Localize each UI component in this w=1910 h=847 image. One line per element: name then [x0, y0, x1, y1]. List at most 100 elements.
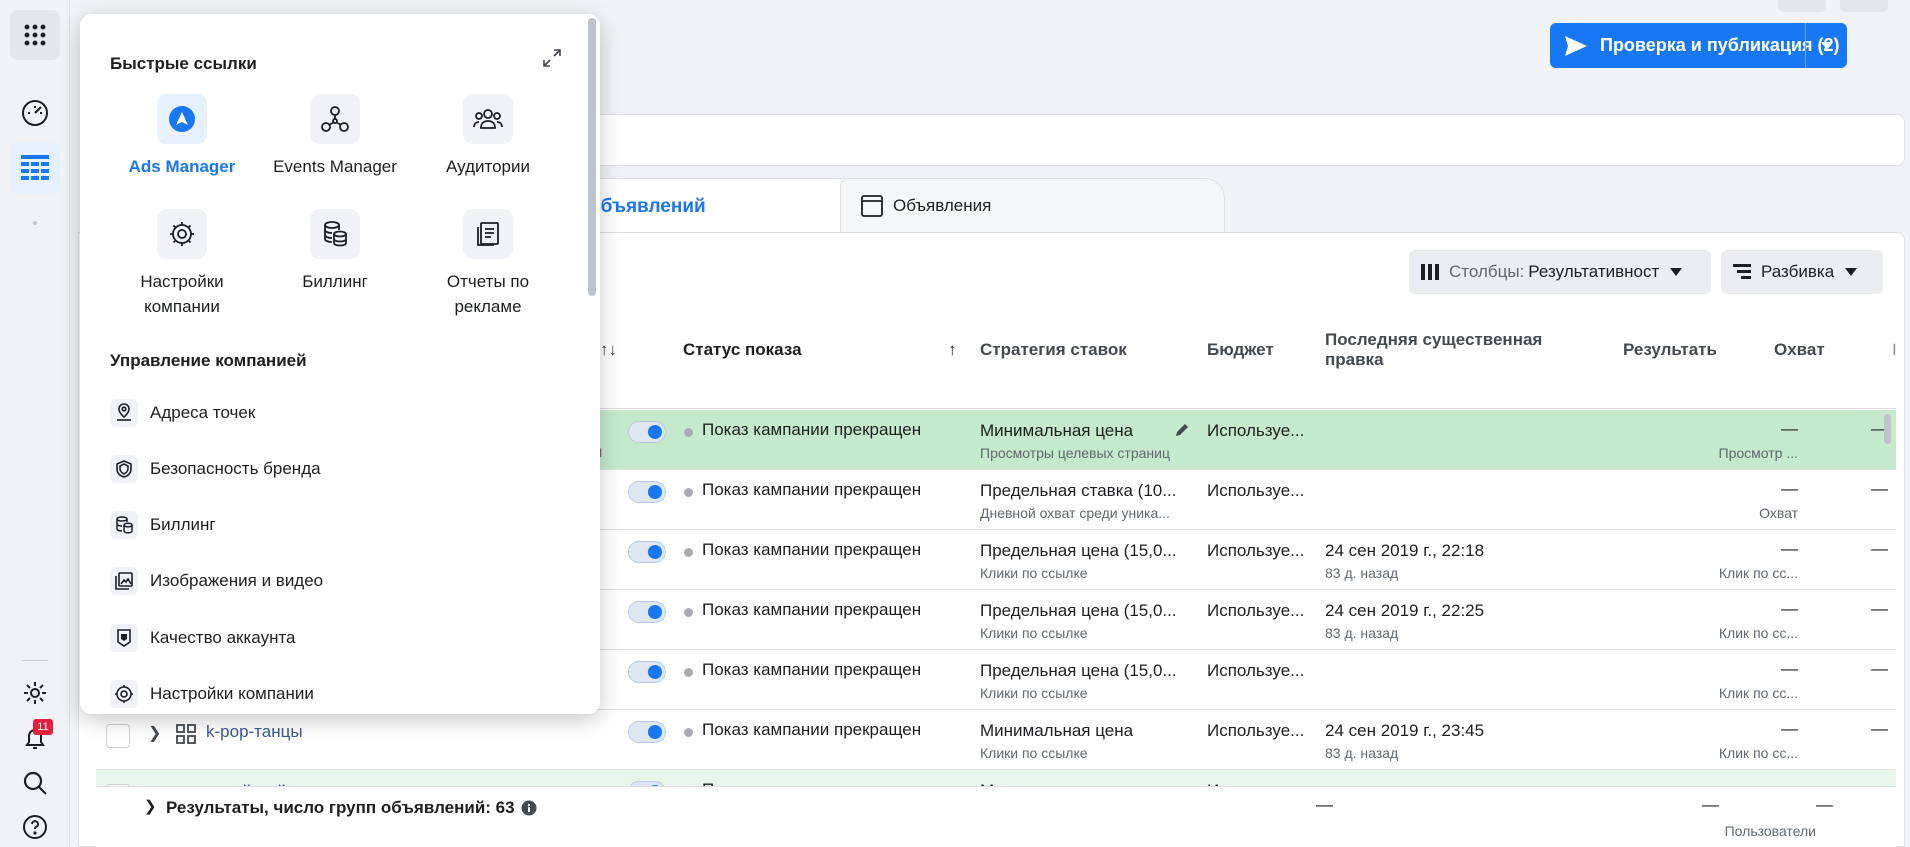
sort-arrow-up-icon[interactable]: ↑ [948, 340, 957, 360]
header-budget[interactable]: Бюджет [1207, 340, 1274, 360]
popover-scrollbar[interactable] [588, 18, 596, 296]
chevron-right-icon[interactable]: ❯ [144, 797, 157, 815]
row-ad-set-name[interactable]: k-pop-танцы [206, 722, 303, 742]
management-item-label: Настройки компании [150, 684, 314, 703]
expand-icon[interactable] [542, 48, 562, 68]
management-item-label: Качество аккаунта [150, 628, 296, 647]
row-last-edit: 24 сен 2019 г., 23:45 [1325, 721, 1485, 740]
row-checkbox[interactable] [106, 724, 130, 748]
row-result-sub: Клик по сс... [1718, 625, 1798, 641]
campaigns-table-button[interactable] [10, 143, 60, 193]
header-last-edit[interactable]: Последняя существенная правка [1325, 330, 1565, 370]
quick-link-audiences[interactable]: Аудитории [413, 94, 563, 179]
row-result-sub: Клик по сс... [1718, 565, 1798, 581]
gear-icon [115, 685, 133, 703]
header-status[interactable]: Статус показа [683, 340, 802, 360]
row-reach: — [1871, 719, 1888, 738]
row-toggle[interactable] [628, 541, 666, 563]
top-action-ghost[interactable] [1840, 0, 1888, 12]
status-dot [684, 668, 693, 677]
columns-dropdown[interactable]: Столбцы: Результативност [1409, 250, 1711, 294]
management-title: Управление компанией [110, 351, 307, 370]
row-result: — [1781, 479, 1798, 498]
row-toggle[interactable] [628, 661, 666, 683]
tab-ads-label: Объявления [893, 196, 992, 215]
footer-result-dash: — [1702, 795, 1719, 814]
coins-icon [116, 516, 133, 534]
columns-prefix: Столбцы: [1449, 262, 1525, 281]
results-footer: ❯ Результаты, число групп объявлений: 63… [96, 786, 1896, 847]
quick-links-popover: Быстрые ссылки Ads Manager Events Manage… [80, 14, 600, 714]
row-result: — [1781, 539, 1798, 558]
breakdown-icon [1733, 264, 1751, 279]
status-dot [684, 548, 693, 557]
row-result-sub: Клик по сс... [1718, 685, 1798, 701]
publish-options-button[interactable] [1805, 23, 1847, 68]
gear-icon [24, 682, 46, 704]
header-reach[interactable]: Охват [1774, 340, 1825, 360]
footer-reach-sub: Пользователи [1724, 823, 1816, 839]
row-reach: — [1871, 659, 1888, 678]
header-strategy[interactable]: Стратегия ставок [980, 340, 1127, 360]
row-strategy-sub: Клики по ссылке [980, 565, 1088, 581]
chevron-right-icon[interactable]: ❯ [148, 723, 161, 743]
management-item-billing[interactable]: Биллинг [110, 505, 216, 545]
row-strategy: Минимальная цена [980, 421, 1134, 440]
quick-link-events-manager[interactable]: Events Manager [260, 94, 410, 179]
ads-manager-icon [169, 106, 195, 132]
row-status: Показ кампании прекращен [702, 660, 922, 679]
gear-icon [170, 222, 194, 246]
quick-link-label: Аудитории [446, 157, 530, 176]
row-strategy: Предельная цена (15,0... [980, 541, 1177, 560]
row-toggle[interactable] [628, 601, 666, 623]
columns-icon [1421, 264, 1439, 280]
info-icon[interactable] [521, 800, 537, 816]
row-toggle[interactable] [628, 481, 666, 503]
dashboard-button[interactable] [10, 88, 60, 138]
management-item-account-quality[interactable]: Качество аккаунта [110, 618, 296, 658]
row-result-sub: Просмотр ... [1718, 445, 1799, 461]
quick-link-billing[interactable]: Биллинг [260, 209, 410, 294]
top-action-ghost[interactable] [1778, 0, 1826, 12]
table-icon [21, 155, 49, 180]
apps-grid-button[interactable] [10, 10, 60, 60]
chevron-down-icon [1845, 268, 1858, 276]
row-toggle[interactable] [628, 421, 666, 443]
pencil-icon[interactable] [1174, 422, 1190, 438]
row-last-edit: 24 сен 2019 г., 22:25 [1325, 601, 1485, 620]
search-filter-bar[interactable] [560, 114, 1905, 166]
row-strategy-sub: Просмотры целевых страниц [980, 445, 1170, 461]
columns-value: Результативност [1528, 262, 1660, 281]
search-button[interactable] [10, 758, 60, 808]
breakdown-label: Разбивка [1761, 262, 1835, 281]
quick-link-ads-manager[interactable]: Ads Manager [107, 94, 257, 179]
table-row[interactable]: ❯ k-pop-танцы Показ кампании прекращен М… [96, 710, 1896, 770]
header-more[interactable]: I [1892, 340, 1897, 360]
quick-link-label: Отчеты по рекламе [446, 272, 530, 316]
table-scrollbar[interactable] [1884, 414, 1891, 444]
row-reach: — [1871, 479, 1888, 498]
help-button[interactable] [10, 802, 60, 847]
row-status: Показ кампании прекращен [702, 540, 922, 559]
row-toggle[interactable] [628, 721, 666, 743]
quick-link-label: Events Manager [273, 157, 397, 176]
header-results[interactable]: Результать [1623, 340, 1716, 360]
sort-toggle-icon[interactable]: ↑↓ [600, 340, 617, 360]
quick-link-company-settings[interactable]: Настройки компании [107, 209, 257, 319]
settings-button[interactable] [10, 668, 60, 718]
apps-grid-icon [24, 24, 46, 46]
row-result: — [1781, 419, 1798, 438]
management-item-company-settings[interactable]: Настройки компании [110, 674, 314, 714]
management-item-brand-safety[interactable]: Безопасность бренда [110, 449, 321, 489]
row-budget: Используе... [1207, 721, 1305, 740]
tab-ads[interactable]: Объявления [840, 178, 1225, 233]
quick-link-ad-reports[interactable]: Отчеты по рекламе [413, 209, 563, 319]
row-budget: Используе... [1207, 541, 1305, 560]
management-item-media[interactable]: Изображения и видео [110, 561, 323, 601]
row-strategy: Минимальная цена [980, 721, 1134, 740]
breakdown-dropdown[interactable]: Разбивка [1721, 250, 1883, 294]
review-publish-button[interactable]: Проверка и публикация (2) [1550, 23, 1847, 68]
management-item-locations[interactable]: Адреса точек [110, 393, 255, 433]
events-manager-icon [321, 106, 349, 132]
row-strategy-sub: Дневной охват среди уника... [980, 505, 1170, 521]
